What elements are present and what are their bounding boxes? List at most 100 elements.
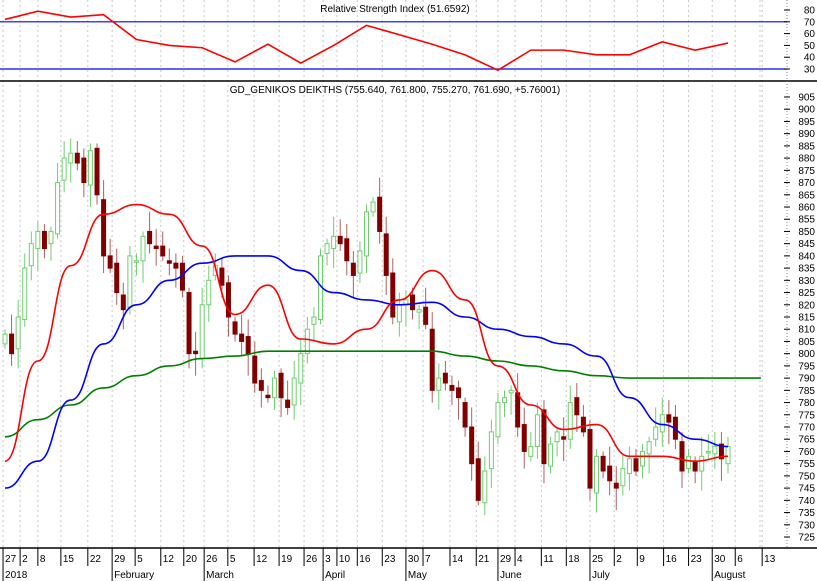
candle-body [534,414,540,448]
candle-body [613,482,619,489]
candle-body [265,394,271,399]
candle-body [291,377,297,406]
candle-body [245,336,251,355]
date-tick-label: 2 [616,554,622,565]
candle-body [252,355,258,384]
price-tick-label: 890 [798,129,815,140]
candle [331,216,337,269]
candle-body [2,333,8,345]
candle [626,446,632,491]
candle-body [567,402,573,440]
candle [311,307,317,342]
rsi-tick-label: 30 [804,65,816,76]
candle-body [186,292,192,355]
price-tick-label: 780 [798,398,815,409]
candle-body [48,230,54,245]
price-tick-label: 790 [798,374,815,385]
candle [22,253,28,327]
candle [705,434,711,459]
date-tick-label: 2 [22,554,28,565]
candle-body [15,316,21,350]
candle [258,368,264,408]
candle-body [521,424,527,452]
candle [534,402,540,459]
candle [600,451,606,479]
candle-body [107,255,113,269]
candle [94,143,100,205]
candle [140,231,146,283]
month-tick-label: March [206,570,234,581]
candle-body [712,446,718,455]
date-tick-label: 30 [714,554,726,565]
moving-average-mid [4,255,729,489]
date-tick-label: 29 [500,554,512,565]
candle-body [429,328,435,391]
candle [9,314,15,366]
candle-body [410,294,416,311]
date-tick-label: 22 [90,554,102,565]
candle [252,341,258,393]
candle-body [173,262,179,269]
candle-body [68,152,74,164]
price-tick-label: 835 [798,264,815,275]
candle [495,392,501,445]
candle-body [580,416,586,433]
candle-body [462,402,468,428]
month-tick-label: February [114,570,154,581]
candle [502,390,508,418]
candle [436,363,442,410]
candle [442,361,448,391]
candle-body [396,304,402,323]
candle [285,380,291,415]
date-tick-label: 16 [359,554,371,565]
candle-body [331,235,337,250]
candle [120,282,126,330]
price-tick-label: 880 [798,154,815,165]
month-tick-label: April [325,570,345,581]
candle-body [120,294,126,311]
date-tick-label: 23 [691,554,703,565]
candle-body [423,306,429,325]
date-tick-label: 5 [137,554,143,565]
candle-body [653,426,659,440]
candle-body [199,304,205,360]
candle-body [337,235,343,245]
candle-body [232,321,238,335]
date-tick-label: 23 [384,554,396,565]
candle [640,444,646,479]
candle [475,441,481,506]
candle [271,370,277,410]
candle-body [9,333,15,355]
price-tick-label: 730 [798,520,815,531]
price-tick-label: 770 [798,423,815,434]
candle [68,138,74,183]
candle-body [626,458,632,474]
candle-body [436,377,442,391]
candle [607,446,613,496]
candle-body [298,353,304,384]
candle [350,251,356,298]
date-tick-label: 15 [63,554,75,565]
month-tick-label: July [592,570,610,581]
candle-body [607,465,613,482]
candle [81,148,87,198]
price-tick-label: 900 [798,105,815,116]
candle-body [285,399,291,408]
date-tick-label: 16 [666,554,678,565]
candle [383,216,389,295]
candle [554,427,560,457]
candle-body [594,455,600,494]
candle [364,204,369,273]
candle-body [22,267,28,320]
candle-body [55,182,61,235]
price-tick-label: 785 [798,386,815,397]
date-tick-label: 14 [452,554,464,565]
price-title: GD_GENIKOS DEIKTHS (755.640, 761.800, 75… [230,85,561,96]
candle-body [469,426,475,465]
candle [41,224,47,259]
candle-body [278,372,284,399]
candle-body [456,387,462,399]
candle [61,141,67,193]
candle-body [482,470,488,504]
price-tick-label: 860 [798,203,815,214]
